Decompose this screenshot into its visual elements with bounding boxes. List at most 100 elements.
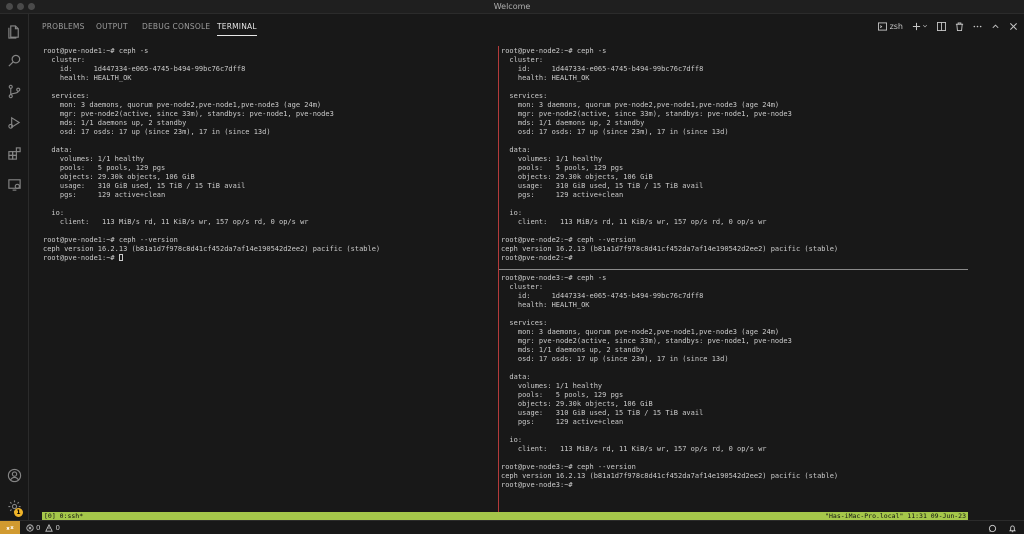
remote-explorer-icon[interactable] <box>6 176 22 192</box>
terminal-line: root@pve-node2:~# ceph --version <box>501 236 636 244</box>
terminal-line: data: <box>501 373 531 381</box>
window-title: Welcome <box>493 2 531 11</box>
terminal-line: ceph version 16.2.13 (b81a1d7f978c8d41cf… <box>501 245 839 253</box>
pane-divider-horizontal[interactable] <box>499 269 968 270</box>
terminal-line: mon: 3 daemons, quorum pve-node2,pve-nod… <box>43 101 322 109</box>
settings-badge: 1 <box>14 508 23 517</box>
terminal-line: objects: 29.30k objects, 106 GiB <box>43 173 195 181</box>
trash-icon <box>955 21 964 31</box>
close-icon <box>1009 22 1018 30</box>
terminal-line: root@pve-node1:~# ceph --version <box>43 236 178 244</box>
prompt-text: root@pve-node1:~# <box>43 254 119 262</box>
extensions-icon[interactable] <box>6 145 22 161</box>
terminal-line: volumes: 1/1 healthy <box>501 382 603 390</box>
terminal-line: services: <box>43 92 90 100</box>
run-debug-icon[interactable] <box>6 114 22 130</box>
terminal-line: services: <box>501 319 548 327</box>
chevron-up-icon <box>992 24 999 28</box>
account-icon[interactable] <box>6 467 22 483</box>
terminal-line: pgs: 129 active+clean <box>501 418 624 426</box>
split-icon <box>937 21 946 31</box>
terminal-shell-selector[interactable]: zsh <box>877 21 903 31</box>
terminal-line: usage: 310 GiB used, 15 TiB / 15 TiB ava… <box>43 182 246 190</box>
terminal-line: mds: 1/1 daemons up, 2 standby <box>501 119 645 127</box>
source-control-icon[interactable] <box>6 83 22 99</box>
terminal-line: root@pve-node2:~# ceph -s <box>501 47 607 55</box>
files-icon[interactable] <box>6 23 22 39</box>
terminal-line: pools: 5 pools, 129 pgs <box>501 164 624 172</box>
panel-tabs: PROBLEMS OUTPUT DEBUG CONSOLE TERMINAL z… <box>29 14 1024 40</box>
terminal-line: data: <box>501 146 531 154</box>
chevron-down-icon <box>922 24 928 28</box>
terminal-line: root@pve-node1:~# ceph -s <box>43 47 149 55</box>
terminal-pane-node2[interactable]: root@pve-node2:~# ceph -s cluster: id: 1… <box>501 47 968 267</box>
vscode-window: Welcome 1 PROBLEMS OUTPUT DEBUG CONSOLE … <box>0 0 1024 534</box>
feedback-icon <box>988 524 997 532</box>
split-terminal-button[interactable] <box>937 21 946 31</box>
tab-debug-console[interactable]: DEBUG CONSOLE <box>142 22 210 31</box>
ellipsis-icon <box>973 25 982 27</box>
terminal-line: mgr: pve-node2(active, since 33m), stand… <box>43 110 334 118</box>
terminal-line: osd: 17 osds: 17 up (since 23m), 17 in (… <box>501 128 729 136</box>
terminal-line: osd: 17 osds: 17 up (since 23m), 17 in (… <box>501 355 729 363</box>
terminal-cursor <box>118 254 123 261</box>
title-bar: Welcome <box>0 0 1024 14</box>
tab-output[interactable]: OUTPUT <box>96 22 128 31</box>
terminal-line: mds: 1/1 daemons up, 2 standby <box>43 119 187 127</box>
tmux-window-list: [0] 0:ssh* <box>44 512 84 520</box>
terminal-active-prompt[interactable]: root@pve-node1:~# <box>43 254 495 263</box>
terminal-line: client: 113 MiB/s rd, 11 KiB/s wr, 157 o… <box>501 445 767 453</box>
terminal-line: root@pve-node3:~# ceph -s <box>501 274 607 282</box>
tab-problems[interactable]: PROBLEMS <box>42 22 85 31</box>
warning-count: 0 <box>55 524 60 532</box>
tmux-status-bar: [0] 0:ssh* "Has-iMac-Pro.local" 11:31 09… <box>42 512 968 520</box>
more-actions-button[interactable] <box>973 22 982 31</box>
terminal-pane-node1[interactable]: root@pve-node1:~# ceph -s cluster: id: 1… <box>43 47 495 509</box>
warning-icon <box>45 524 54 532</box>
terminal-pane-node3[interactable]: root@pve-node3:~# ceph -s cluster: id: 1… <box>501 274 968 510</box>
status-bar: 0 0 <box>0 520 1024 534</box>
remote-icon[interactable] <box>0 521 20 534</box>
terminal-line: id: 1d447334-e065-4745-b494-99bc76c7dff8 <box>501 292 704 300</box>
maximize-panel-button[interactable] <box>991 22 1000 31</box>
kill-terminal-button[interactable] <box>955 21 964 31</box>
terminal-line: health: HEALTH_OK <box>501 74 590 82</box>
problems-status[interactable]: 0 0 <box>26 521 60 534</box>
terminal-line: mon: 3 daemons, quorum pve-node2,pve-nod… <box>501 101 780 109</box>
terminal-line: cluster: <box>501 283 544 291</box>
terminal-line: objects: 29.30k objects, 106 GiB <box>501 400 653 408</box>
notifications-status[interactable] <box>988 521 999 534</box>
pane-divider-vertical[interactable] <box>498 46 499 520</box>
bell-icon <box>1009 525 1016 532</box>
terminal-line: client: 113 MiB/s rd, 11 KiB/s wr, 157 o… <box>43 218 309 226</box>
terminal-line: id: 1d447334-e065-4745-b494-99bc76c7dff8 <box>43 65 246 73</box>
terminal-line: client: 113 MiB/s rd, 11 KiB/s wr, 157 o… <box>501 218 767 226</box>
terminal-line: ceph version 16.2.13 (b81a1d7f978c8d41cf… <box>43 245 381 253</box>
terminal-line: services: <box>501 92 548 100</box>
terminal-line: ceph version 16.2.13 (b81a1d7f978c8d41cf… <box>501 472 839 480</box>
terminal-line: pgs: 129 active+clean <box>501 191 624 199</box>
plus-icon <box>912 22 921 30</box>
tab-terminal[interactable]: TERMINAL <box>217 22 257 36</box>
terminal-line: usage: 310 GiB used, 15 TiB / 15 TiB ava… <box>501 182 704 190</box>
terminal-icon <box>877 21 887 31</box>
terminal-line: mon: 3 daemons, quorum pve-node2,pve-nod… <box>501 328 780 336</box>
terminal-line: root@pve-node2:~# <box>501 254 573 262</box>
bell-status[interactable] <box>1008 521 1019 534</box>
search-icon[interactable] <box>6 52 22 68</box>
close-panel-button[interactable] <box>1009 22 1018 31</box>
terminal-line: mgr: pve-node2(active, since 33m), stand… <box>501 337 792 345</box>
shell-label: zsh <box>889 21 903 31</box>
new-terminal-button[interactable] <box>912 22 928 31</box>
terminal-line: pools: 5 pools, 129 pgs <box>43 164 166 172</box>
terminal-line: volumes: 1/1 healthy <box>501 155 603 163</box>
